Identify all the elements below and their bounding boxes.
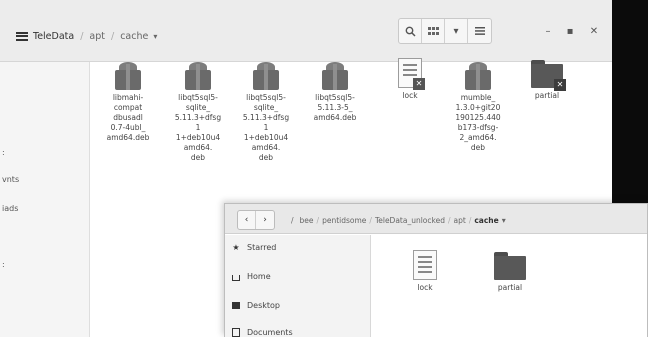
folder-icon — [494, 252, 526, 280]
maximize-button[interactable]: ▪ — [562, 23, 578, 39]
sidebar-item[interactable]: : — [0, 260, 90, 276]
package-icon — [113, 60, 143, 90]
forward-button[interactable]: › — [256, 211, 274, 229]
sidebar-item-label: Documents — [247, 327, 293, 337]
file-name: mumble_ 1.3.0+git20 190125.440 b173-dfsg… — [455, 93, 501, 152]
chevron-right-icon: › — [263, 215, 267, 225]
file-item-libqt5sql5[interactable]: libqt5sql5- 5.11.3-5_ amd64.deb — [300, 60, 370, 123]
locked-folder-icon: ✕ — [531, 60, 566, 91]
breadcrumb-separator: / — [80, 30, 84, 42]
sidebar-item-starred[interactable]: ★ Starred — [231, 240, 276, 254]
package-icon — [320, 60, 350, 90]
grid-view-icon — [427, 26, 439, 35]
chevron-down-icon[interactable]: ▾ — [502, 216, 506, 225]
home-icon — [231, 271, 241, 281]
file-item-libqt5sql5-sqlite-2[interactable]: libqt5sql5- sqlite_ 5.11.3+dfsg 1 1+deb1… — [231, 60, 301, 163]
navigation-buttons: ‹ › — [237, 210, 275, 230]
search-button[interactable] — [399, 19, 422, 43]
file-item-lock[interactable]: lock — [390, 250, 460, 293]
front-window-headerbar: ‹ › / bee / pentidsome / TeleData_unlock… — [225, 204, 647, 234]
breadcrumb: TeleData / apt / cache ▾ — [16, 28, 157, 44]
sidebar-item-label: Starred — [247, 242, 277, 252]
package-icon — [463, 60, 493, 90]
sidebar-item-home[interactable]: Home — [231, 269, 271, 283]
locked-file-icon: ✕ — [398, 58, 425, 90]
sidebar-item-label: Home — [247, 271, 271, 281]
file-item-mumble[interactable]: mumble_ 1.3.0+git20 190125.440 b173-dfsg… — [443, 60, 513, 153]
grid-view-button[interactable] — [422, 19, 445, 43]
menu-button[interactable] — [468, 19, 491, 43]
front-window-sidebar: ★ Starred Home Desktop Documents — [225, 235, 371, 337]
back-button[interactable]: ‹ — [238, 211, 256, 229]
file-name: lock — [402, 91, 418, 100]
text-file-icon — [413, 250, 437, 280]
sidebar-item[interactable]: : — [0, 148, 90, 164]
sidebar-item[interactable]: vnts — [0, 175, 90, 191]
package-icon — [183, 60, 213, 90]
sidebar-item-documents[interactable]: Documents — [231, 325, 293, 337]
hamburger-menu-icon — [474, 27, 485, 35]
sidebar-item-label: : — [2, 260, 5, 269]
search-icon — [405, 26, 416, 37]
chevron-down-icon: ▾ — [453, 25, 459, 37]
path-item-apt[interactable]: apt — [454, 216, 466, 225]
sidebar-item-label: Desktop — [247, 300, 280, 310]
back-window-headerbar: TeleData / apt / cache ▾ ▾ – ▪ ✕ — [0, 0, 614, 62]
file-name: libqt5sql5- sqlite_ 5.11.3+dfsg 1 1+deb1… — [242, 93, 290, 162]
sidebar-item-desktop[interactable]: Desktop — [231, 298, 280, 312]
path-item-bee[interactable]: bee — [300, 216, 314, 225]
close-button[interactable]: ✕ — [586, 23, 602, 39]
file-item-libmahi-compat[interactable]: libmahi- compat dbusadl 0.7-4ubl_ amd64.… — [93, 60, 163, 143]
chevron-down-icon[interactable]: ▾ — [153, 32, 157, 41]
path-item-root[interactable]: / — [291, 216, 294, 225]
path-bar: / bee / pentidsome / TeleData_unlocked /… — [291, 215, 506, 225]
file-item-partial[interactable]: partial — [475, 252, 545, 293]
file-name: partial — [497, 283, 523, 292]
desktop-icon — [231, 300, 241, 310]
file-name: partial — [534, 91, 560, 100]
breadcrumb-item-cache[interactable]: cache — [118, 31, 150, 42]
package-icon — [251, 60, 281, 90]
file-name: lock — [417, 283, 433, 292]
breadcrumb-item-teledata[interactable]: TeleData — [31, 31, 76, 42]
file-name: libqt5sql5- 5.11.3-5_ amd64.deb — [313, 93, 357, 122]
front-file-manager-window: ‹ › / bee / pentidsome / TeleData_unlock… — [224, 203, 648, 337]
star-icon: ★ — [232, 242, 240, 252]
file-item-partial[interactable]: ✕ partial — [512, 60, 582, 101]
path-item-cache[interactable]: cache — [474, 216, 498, 225]
sidebar-item-label: : — [2, 148, 5, 157]
path-item-pentidsome[interactable]: pentidsome — [322, 216, 366, 225]
minimize-button[interactable]: – — [540, 23, 556, 39]
sidebar-item-label: iads — [2, 204, 19, 213]
sidebar-item-label: vnts — [2, 175, 20, 184]
documents-icon — [231, 327, 241, 337]
breadcrumb-separator: / — [110, 30, 115, 42]
back-window-sidebar: : vnts iads : — [0, 62, 90, 337]
path-item-teledata-unlocked[interactable]: TeleData_unlocked — [375, 216, 445, 225]
file-name: libqt5sql5- sqlite_ 5.11.3+dfsg 1 1+deb1… — [174, 93, 222, 162]
hamburger-menu-icon[interactable] — [16, 31, 28, 41]
breadcrumb-item-apt[interactable]: apt — [87, 31, 107, 42]
file-item-lock[interactable]: ✕ lock — [375, 58, 445, 101]
view-toolbar: ▾ — [398, 18, 492, 44]
sidebar-item[interactable]: iads — [0, 204, 90, 220]
file-name: libmahi- compat dbusadl 0.7-4ubl_ amd64.… — [106, 93, 150, 142]
file-item-libqt5sql5-sqlite-1[interactable]: libqt5sql5- sqlite_ 5.11.3+dfsg 1 1+deb1… — [163, 60, 233, 163]
chevron-left-icon: ‹ — [244, 215, 249, 225]
view-options-button[interactable]: ▾ — [445, 19, 468, 43]
